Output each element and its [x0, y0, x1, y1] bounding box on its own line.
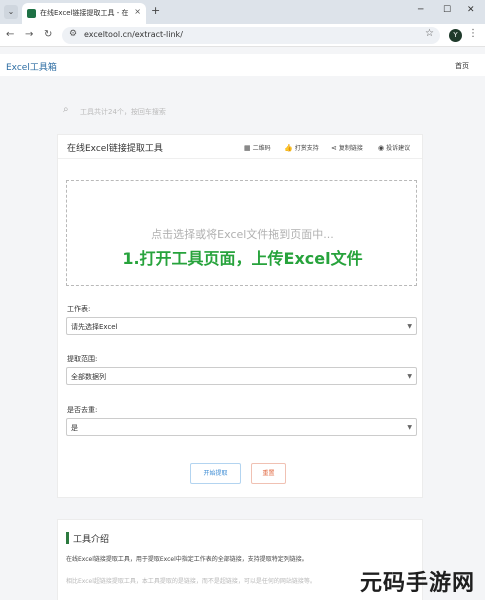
tool-card: 在线Excel链接提取工具 ▦ 二维码 👍 打赏支持 ⋖ 复制链接 ◉ 投诉建议 点击选… — [57, 134, 423, 498]
bookmark-star-icon[interactable]: ☆ — [425, 28, 434, 39]
qrcode-action[interactable]: ▦ 二维码 — [244, 143, 271, 152]
intro-paragraph-2: 相比Excel超链接提取工具，本工具提取的是链接，而不是超链接，可以是任何的网站… — [66, 578, 316, 585]
qrcode-icon: ▦ — [244, 144, 251, 152]
reset-button[interactable]: 重置 — [251, 463, 286, 484]
reload-icon[interactable]: ↻ — [44, 29, 52, 40]
sheet-select[interactable]: 请先选择Excel ▼ — [66, 317, 417, 335]
support-action[interactable]: 👍 打赏支持 — [284, 143, 319, 152]
share-icon: ⋖ — [331, 144, 337, 152]
tool-search: ⌕ — [60, 104, 420, 120]
step-caption: 1.打开工具页面，上传Excel文件 — [122, 249, 363, 268]
browser-tab-bar: ⌄ 在线Excel链接提取工具 - 在线 × + ─ ☐ ✕ — [0, 0, 485, 24]
home-link[interactable]: 首页 — [455, 61, 469, 71]
profile-avatar[interactable]: Y — [449, 29, 462, 42]
thumbs-up-icon: 👍 — [284, 144, 293, 152]
site-watermark: 元码手游网 — [360, 571, 476, 596]
range-select[interactable]: 全部数据列 ▼ — [66, 367, 417, 385]
browser-toolbar: ← → ↻ ⚙ exceltool.cn/extract-link/ ☆ Y ⋮ — [0, 24, 485, 47]
brand-logo-link[interactable]: Excel工具箱 — [6, 60, 57, 73]
maximize-icon[interactable]: ☐ — [443, 5, 451, 15]
site-info-icon[interactable]: ⚙ — [69, 29, 77, 39]
sheet-select-value: 请先选择Excel — [71, 323, 118, 331]
chevron-down-icon: ▼ — [407, 323, 412, 330]
back-icon[interactable]: ← — [6, 29, 14, 40]
tab-dropdown-icon[interactable]: ⌄ — [4, 5, 18, 19]
feedback-icon: ◉ — [378, 144, 385, 152]
section-marker — [66, 532, 69, 544]
address-bar[interactable]: ⚙ exceltool.cn/extract-link/ ☆ — [62, 27, 440, 44]
dropzone-hint: 点击选择或将Excel文件拖到页面中... — [151, 228, 334, 241]
tab-title: 在线Excel链接提取工具 - 在线 — [40, 9, 128, 17]
menu-icon[interactable]: ⋮ — [468, 28, 478, 39]
chevron-down-icon: ▼ — [407, 424, 412, 431]
intro-title: 工具介绍 — [73, 535, 110, 545]
intro-paragraph: 在线Excel链接提取工具，用于提取Excel中指定工作表的全部链接，支持提取特… — [66, 556, 308, 563]
tab-close-icon[interactable]: × — [134, 7, 141, 16]
search-input[interactable] — [80, 106, 400, 118]
site-header: Excel工具箱 首页 — [0, 54, 485, 76]
forward-icon[interactable]: → — [25, 29, 33, 40]
close-window-icon[interactable]: ✕ — [467, 5, 475, 15]
new-tab-icon[interactable]: + — [151, 4, 160, 17]
tool-title: 在线Excel链接提取工具 — [67, 144, 163, 154]
browser-tab[interactable]: 在线Excel链接提取工具 - 在线 × — [22, 3, 146, 24]
url-text[interactable]: exceltool.cn/extract-link/ — [84, 30, 183, 39]
copy-link-action[interactable]: ⋖ 复制链接 — [331, 143, 363, 152]
tool-card-header: 在线Excel链接提取工具 ▦ 二维码 👍 打赏支持 ⋖ 复制链接 ◉ 投诉建议 — [58, 135, 422, 159]
file-dropzone[interactable]: 点击选择或将Excel文件拖到页面中... 1.打开工具页面，上传Excel文件 — [66, 180, 417, 286]
chevron-down-icon: ▼ — [407, 373, 412, 380]
minimize-icon[interactable]: ─ — [418, 5, 423, 15]
start-extract-button[interactable]: 开始提取 — [190, 463, 241, 484]
favicon — [27, 9, 36, 18]
feedback-action[interactable]: ◉ 投诉建议 — [378, 143, 410, 152]
dedupe-label: 是否去重: — [67, 406, 98, 414]
dedupe-select-value: 是 — [71, 424, 78, 432]
range-label: 提取范围: — [67, 355, 98, 363]
range-select-value: 全部数据列 — [71, 373, 106, 381]
sheet-label: 工作表: — [67, 305, 91, 313]
dedupe-select[interactable]: 是 ▼ — [66, 418, 417, 436]
search-icon: ⌕ — [63, 104, 69, 115]
